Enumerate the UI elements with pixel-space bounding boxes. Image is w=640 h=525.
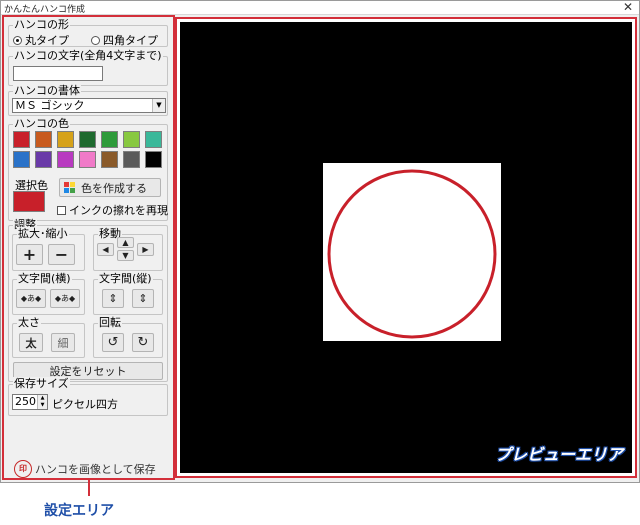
move-group: 移動 ▲ ▼ ◀ ▶ bbox=[93, 227, 163, 271]
preview-area: プレビューエリア bbox=[175, 17, 637, 478]
size-value: 250 bbox=[15, 395, 36, 408]
weight-legend: 太さ bbox=[17, 316, 41, 330]
char-spacing-v-wide-button[interactable]: ⇕ bbox=[132, 289, 154, 308]
shape-legend: ハンコの形 bbox=[13, 18, 70, 32]
window-title: かんたんハンコ作成 bbox=[4, 5, 86, 15]
color-swatch[interactable] bbox=[57, 131, 74, 148]
zoom-group: 拡大･縮小 + − bbox=[12, 227, 85, 271]
radio-square-indicator bbox=[91, 35, 100, 45]
char-spacing-v-narrow-button[interactable]: ⇕ bbox=[102, 289, 124, 308]
text-group: ハンコの文字(全角4文字まで) bbox=[8, 49, 168, 86]
color-swatch[interactable] bbox=[145, 131, 162, 148]
stamp-text-input[interactable] bbox=[13, 66, 103, 81]
color-swatch[interactable] bbox=[123, 151, 140, 168]
font-select-value: ＭＳ ゴシック bbox=[15, 99, 85, 112]
settings-area-label: 設定エリア bbox=[44, 503, 114, 519]
spin-arrows-icon[interactable]: ▲ ▼ bbox=[37, 395, 47, 409]
adjust-group: 調整 拡大･縮小 + − 移動 ▲ ▼ ◀ ▶ 文字間(横) ◆あ◆ ◆あ◆ 文… bbox=[8, 218, 168, 382]
color-swatch[interactable] bbox=[13, 151, 30, 168]
char-spacing-v-group: 文字間(縦) ⇕ ⇕ bbox=[93, 272, 163, 315]
ink-blur-box bbox=[57, 205, 66, 215]
char-spacing-h-legend: 文字間(横) bbox=[17, 272, 72, 286]
radio-round-indicator bbox=[13, 35, 22, 45]
zoom-out-button[interactable]: − bbox=[48, 244, 75, 265]
font-legend: ハンコの書体 bbox=[13, 84, 81, 98]
make-color-button[interactable]: 色を作成する bbox=[59, 178, 161, 197]
color-swatch[interactable] bbox=[35, 151, 52, 168]
color-legend: ハンコの色 bbox=[13, 117, 70, 131]
color-swatch[interactable] bbox=[101, 131, 118, 148]
color-swatch[interactable] bbox=[13, 131, 30, 148]
color-group: ハンコの色 選択色 色を作成する インクの擦れを再現 bbox=[8, 117, 168, 221]
zoom-in-button[interactable]: + bbox=[16, 244, 43, 265]
close-icon[interactable]: ✕ bbox=[621, 0, 635, 14]
radio-round[interactable]: 丸タイプ bbox=[13, 32, 69, 48]
weight-thin-button[interactable]: 細 bbox=[51, 333, 75, 352]
preview-area-label: プレビューエリア bbox=[494, 445, 623, 464]
shape-group: ハンコの形 丸タイプ 四角タイプ bbox=[8, 18, 168, 48]
char-spacing-h-narrow-button[interactable]: ◆あ◆ bbox=[16, 289, 46, 308]
font-group: ハンコの書体 ＭＳ ゴシック ▼ bbox=[8, 84, 168, 116]
stamp-preview bbox=[323, 163, 501, 341]
char-spacing-v-legend: 文字間(縦) bbox=[98, 272, 153, 286]
seal-icon: 印 bbox=[14, 460, 32, 478]
stamp-svg bbox=[327, 169, 497, 339]
stamp-circle bbox=[327, 169, 497, 339]
color-swatch[interactable] bbox=[57, 151, 74, 168]
chevron-down-icon: ▼ bbox=[152, 99, 165, 112]
move-right-button[interactable]: ▶ bbox=[137, 243, 154, 256]
save-label: ハンコを画像として保存 bbox=[35, 463, 156, 476]
settings-area: ハンコの形 丸タイプ 四角タイプ ハンコの文字(全角4文字まで) ハンコの書体 … bbox=[2, 15, 175, 480]
move-down-button[interactable]: ▼ bbox=[117, 250, 134, 261]
rotate-cw-button[interactable]: ↻ bbox=[132, 333, 154, 352]
settings-callout-line bbox=[88, 480, 90, 496]
radio-square[interactable]: 四角タイプ bbox=[91, 32, 158, 48]
size-unit: ピクセル四方 bbox=[52, 398, 118, 411]
selected-color-swatch bbox=[13, 191, 45, 212]
move-up-button[interactable]: ▲ bbox=[117, 237, 134, 248]
make-color-label: 色を作成する bbox=[81, 181, 147, 195]
radio-square-label: 四角タイプ bbox=[103, 34, 158, 47]
font-select[interactable]: ＭＳ ゴシック ▼ bbox=[12, 98, 166, 113]
save-as-image-button[interactable]: 印 ハンコを画像として保存 bbox=[14, 460, 156, 478]
ink-blur-label: インクの擦れを再現 bbox=[69, 204, 168, 217]
title-bar: かんたんハンコ作成 ✕ bbox=[1, 0, 639, 15]
size-group: 保存サイズ 250 ▲ ▼ ピクセル四方 bbox=[8, 377, 168, 416]
char-spacing-h-wide-button[interactable]: ◆あ◆ bbox=[50, 289, 80, 308]
radio-round-label: 丸タイプ bbox=[25, 34, 69, 47]
color-swatch[interactable] bbox=[35, 131, 52, 148]
preview-canvas: プレビューエリア bbox=[180, 22, 632, 473]
weight-group: 太さ 太 細 bbox=[12, 316, 85, 358]
rotate-ccw-button[interactable]: ↺ bbox=[102, 333, 124, 352]
color-grid-icon bbox=[64, 182, 75, 193]
move-left-button[interactable]: ◀ bbox=[97, 243, 114, 256]
char-spacing-h-group: 文字間(横) ◆あ◆ ◆あ◆ bbox=[12, 272, 85, 315]
color-swatch[interactable] bbox=[123, 131, 140, 148]
size-legend: 保存サイズ bbox=[13, 377, 70, 391]
color-swatch[interactable] bbox=[79, 131, 96, 148]
text-legend: ハンコの文字(全角4文字まで) bbox=[13, 49, 163, 63]
weight-bold-button[interactable]: 太 bbox=[19, 333, 43, 352]
zoom-legend: 拡大･縮小 bbox=[17, 227, 69, 241]
rotate-group: 回転 ↺ ↻ bbox=[93, 316, 163, 358]
ink-blur-checkbox[interactable]: インクの擦れを再現 bbox=[57, 202, 168, 218]
rotate-legend: 回転 bbox=[98, 316, 122, 330]
color-swatch[interactable] bbox=[79, 151, 96, 168]
size-spinbox[interactable]: 250 ▲ ▼ bbox=[12, 394, 48, 410]
color-swatch[interactable] bbox=[145, 151, 162, 168]
color-swatch[interactable] bbox=[101, 151, 118, 168]
